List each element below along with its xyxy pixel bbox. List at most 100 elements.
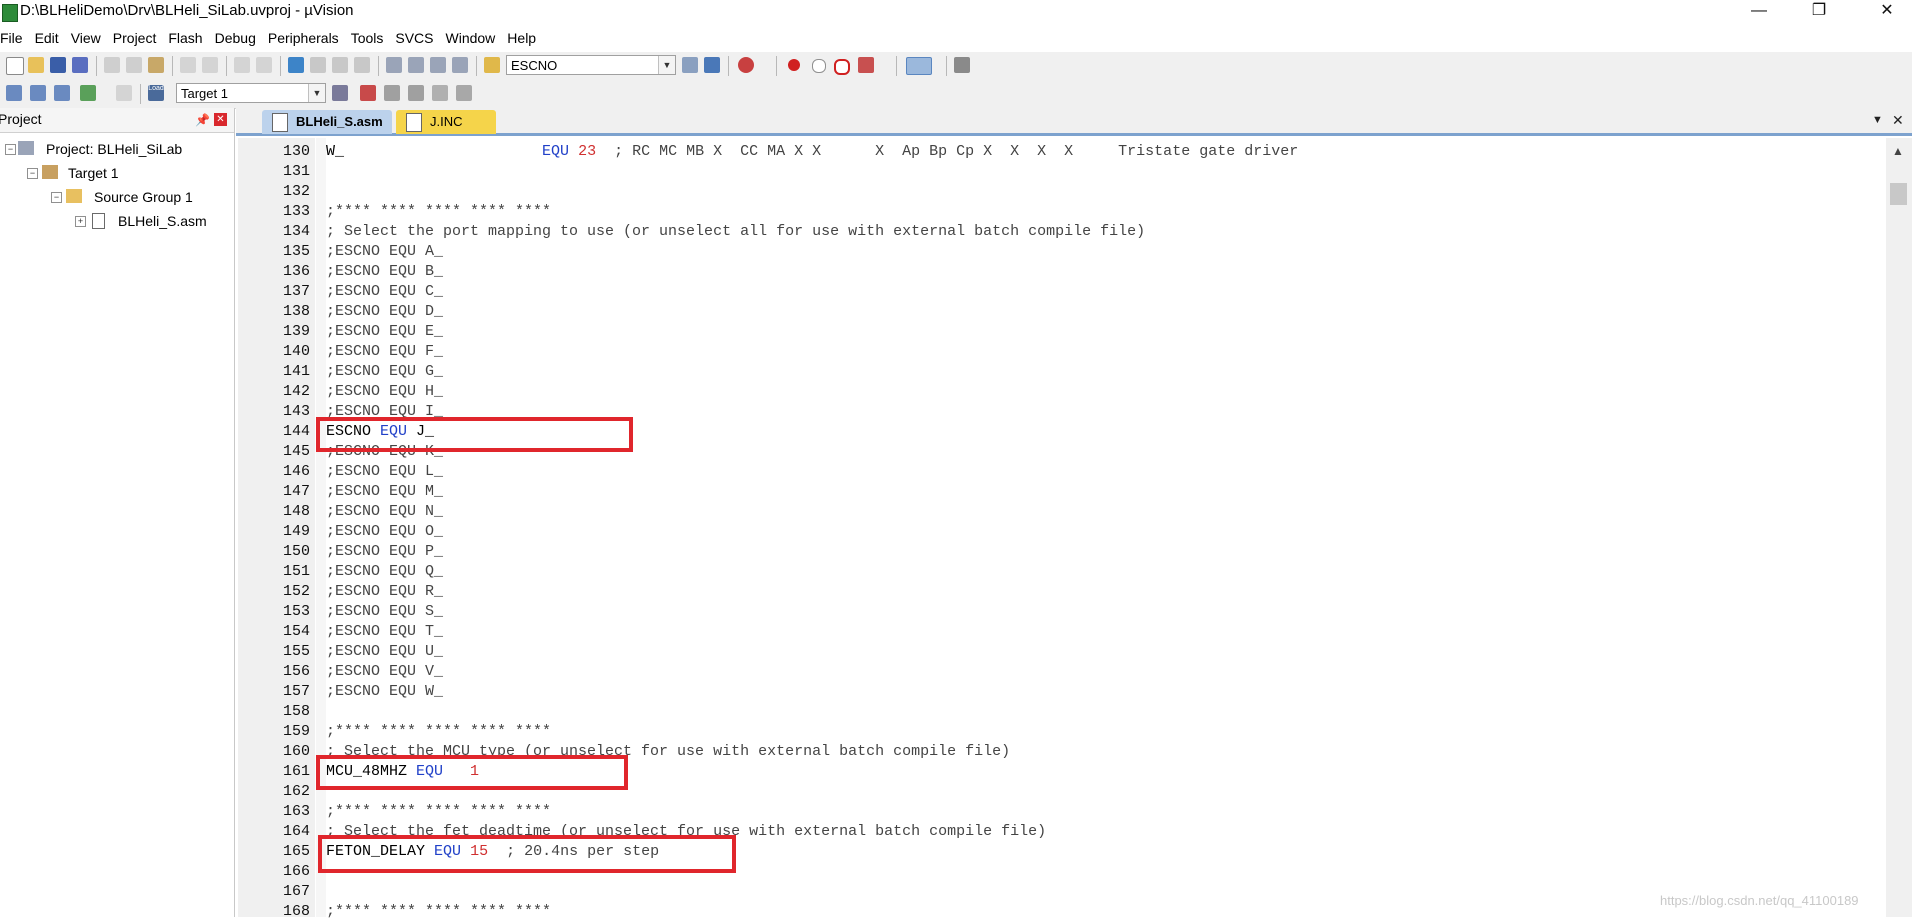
clear-bookmarks-icon[interactable] xyxy=(354,57,370,73)
window-layout-icon[interactable] xyxy=(906,57,932,75)
menu-window[interactable]: Window xyxy=(440,26,502,50)
prev-bookmark-icon[interactable] xyxy=(310,57,326,73)
code-line[interactable]: ;ESCNO EQU H_ xyxy=(326,382,443,402)
code-line[interactable]: ;**** **** **** **** **** xyxy=(326,902,551,922)
disable-breakpoints-icon[interactable] xyxy=(834,59,850,75)
code-line[interactable]: ;ESCNO EQU W_ xyxy=(326,682,443,702)
tree-item-target[interactable]: − Target 1 xyxy=(0,162,234,184)
code-line[interactable]: ;ESCNO EQU B_ xyxy=(326,262,443,282)
scroll-up-icon[interactable]: ▲ xyxy=(1892,144,1904,158)
undo-icon[interactable] xyxy=(180,57,196,73)
menu-peripherals[interactable]: Peripherals xyxy=(262,26,345,50)
collapse-icon[interactable]: − xyxy=(27,168,38,179)
tree-item-file[interactable]: + BLHeli_S.asm xyxy=(0,210,234,232)
code-line[interactable]: ;ESCNO EQU G_ xyxy=(326,362,443,382)
uncomment-icon[interactable] xyxy=(452,57,468,73)
load-icon[interactable]: Load xyxy=(148,85,164,101)
select-packs-icon[interactable] xyxy=(432,85,448,101)
open-folder-icon[interactable] xyxy=(28,57,44,73)
collapse-icon[interactable]: − xyxy=(5,144,16,155)
stop-build-icon[interactable] xyxy=(116,85,132,101)
comment-icon[interactable] xyxy=(430,57,446,73)
navigate-back-icon[interactable] xyxy=(234,57,250,73)
code-line[interactable]: ;ESCNO EQU L_ xyxy=(326,462,443,482)
target-combo[interactable]: Target 1 ▼ xyxy=(176,83,326,103)
menu-flash[interactable]: Flash xyxy=(162,26,208,50)
incremental-find-icon[interactable] xyxy=(682,57,698,73)
find-combo[interactable]: ESCNO ▼ xyxy=(506,55,676,75)
code-line[interactable]: ;ESCNO EQU Q_ xyxy=(326,562,443,582)
scrollbar-thumb[interactable] xyxy=(1890,183,1907,205)
close-button[interactable]: ✕ xyxy=(1864,0,1910,24)
find-icon[interactable] xyxy=(704,57,720,73)
pack-installer-icon[interactable] xyxy=(456,85,472,101)
minimize-button[interactable]: — xyxy=(1736,0,1782,24)
code-line[interactable]: ;**** **** **** **** **** xyxy=(326,202,551,222)
bookmark-icon[interactable] xyxy=(288,57,304,73)
copy-icon[interactable] xyxy=(126,57,142,73)
paste-icon[interactable] xyxy=(148,57,164,73)
tree-item-project[interactable]: − Project: BLHeli_SiLab xyxy=(0,138,234,160)
maximize-button[interactable]: ❐ xyxy=(1796,0,1842,24)
find-in-files-icon[interactable] xyxy=(484,57,500,73)
batch-build-icon[interactable] xyxy=(80,85,96,101)
rebuild-icon[interactable] xyxy=(54,85,70,101)
unindent-icon[interactable] xyxy=(408,57,424,73)
code-line[interactable]: ;ESCNO EQU S_ xyxy=(326,602,443,622)
save-icon[interactable] xyxy=(50,57,66,73)
kill-breakpoints-icon[interactable] xyxy=(858,57,874,73)
menu-svcs[interactable]: SVCS xyxy=(389,26,439,50)
pin-icon[interactable]: 📌 xyxy=(195,113,210,127)
code-line[interactable]: ;ESCNO EQU D_ xyxy=(326,302,443,322)
code-line[interactable]: ;ESCNO EQU R_ xyxy=(326,582,443,602)
code-line[interactable]: ;ESCNO EQU T_ xyxy=(326,622,443,642)
tab-blheli-s-asm[interactable]: BLHeli_S.asm xyxy=(262,110,392,134)
chevron-down-icon[interactable]: ▼ xyxy=(308,84,325,102)
debug-session-icon[interactable] xyxy=(738,57,754,73)
tab-j-inc[interactable]: J.INC xyxy=(396,110,496,134)
code-line[interactable]: ;ESCNO EQU P_ xyxy=(326,542,443,562)
menu-tools[interactable]: Tools xyxy=(345,26,390,50)
close-tab-icon[interactable]: ✕ xyxy=(1892,112,1904,129)
enable-breakpoint-icon[interactable] xyxy=(812,59,826,73)
code-line[interactable]: ;ESCNO EQU V_ xyxy=(326,662,443,682)
code-line[interactable]: ;ESCNO EQU O_ xyxy=(326,522,443,542)
code-line[interactable]: ; Select the port mapping to use (or uns… xyxy=(326,222,1145,242)
new-file-icon[interactable] xyxy=(6,57,24,75)
menu-help[interactable]: Help xyxy=(501,26,542,50)
tree-item-source-group[interactable]: − Source Group 1 xyxy=(0,186,234,208)
close-panel-icon[interactable]: ✕ xyxy=(214,113,227,126)
code-line[interactable]: ;ESCNO EQU C_ xyxy=(326,282,443,302)
code-line[interactable]: ;**** **** **** **** **** xyxy=(326,722,551,742)
code-editor[interactable]: W_ EQU 23 ; RC MC MB X CC MA X X X Ap Bp… xyxy=(326,138,1886,920)
indent-icon[interactable] xyxy=(386,57,402,73)
code-line[interactable]: ;ESCNO EQU M_ xyxy=(326,482,443,502)
code-line[interactable]: ;ESCNO EQU F_ xyxy=(326,342,443,362)
code-line[interactable]: ;ESCNO EQU N_ xyxy=(326,502,443,522)
insert-breakpoint-icon[interactable] xyxy=(788,59,800,71)
menu-file[interactable]: File xyxy=(0,26,29,50)
menu-edit[interactable]: Edit xyxy=(29,26,65,50)
code-line[interactable]: W_ EQU 23 ; RC MC MB X CC MA X X X Ap Bp… xyxy=(326,142,1298,162)
menu-view[interactable]: View xyxy=(65,26,107,50)
file-extensions-icon[interactable] xyxy=(360,85,376,101)
chevron-down-icon[interactable]: ▼ xyxy=(658,56,675,74)
code-line[interactable]: ;ESCNO EQU E_ xyxy=(326,322,443,342)
menu-debug[interactable]: Debug xyxy=(209,26,262,50)
manage-multi-project-icon[interactable] xyxy=(384,85,400,101)
expand-icon[interactable]: + xyxy=(75,216,86,227)
code-line[interactable]: ;ESCNO EQU U_ xyxy=(326,642,443,662)
tab-list-dropdown-icon[interactable]: ▼ xyxy=(1872,114,1883,126)
configure-icon[interactable] xyxy=(954,57,970,73)
code-line[interactable]: ;ESCNO EQU A_ xyxy=(326,242,443,262)
translate-icon[interactable] xyxy=(6,85,22,101)
build-icon[interactable] xyxy=(30,85,46,101)
manage-rte-icon[interactable] xyxy=(408,85,424,101)
redo-icon[interactable] xyxy=(202,57,218,73)
next-bookmark-icon[interactable] xyxy=(332,57,348,73)
navigate-forward-icon[interactable] xyxy=(256,57,272,73)
menu-project[interactable]: Project xyxy=(107,26,163,50)
cut-icon[interactable] xyxy=(104,57,120,73)
vertical-scrollbar[interactable]: ▲ xyxy=(1886,138,1912,917)
code-line[interactable]: ;**** **** **** **** **** xyxy=(326,802,551,822)
